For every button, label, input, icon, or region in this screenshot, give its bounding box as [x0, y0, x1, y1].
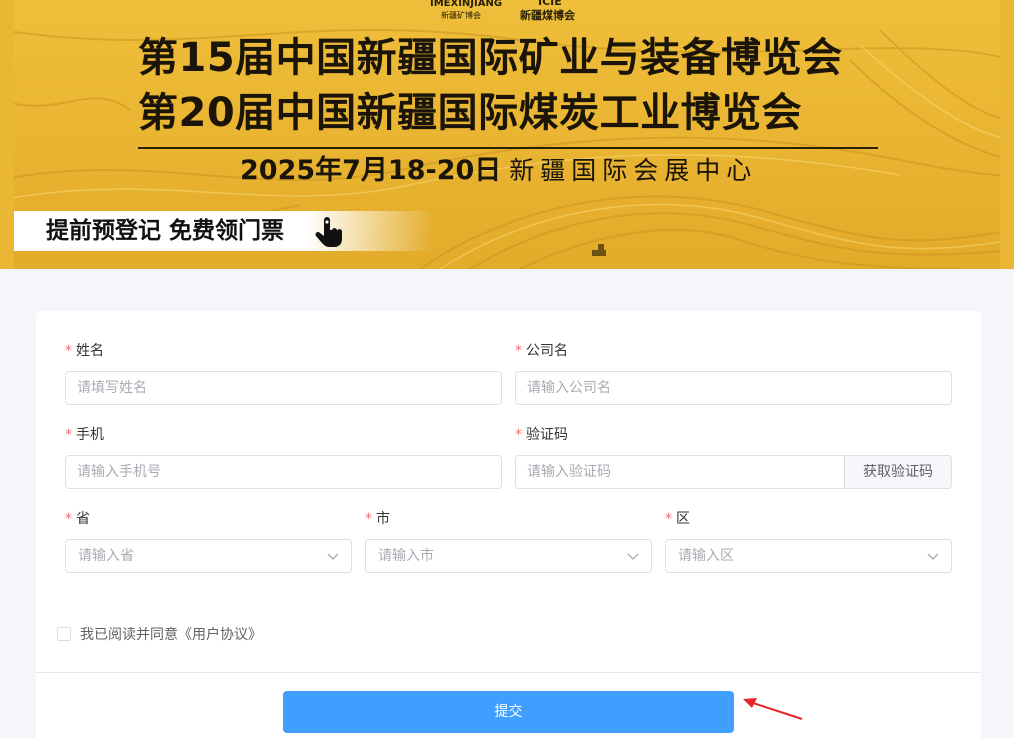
company-label: * 公司名: [515, 341, 568, 361]
province-select[interactable]: 请输入省: [65, 539, 352, 573]
banner-left-edge: [0, 0, 14, 269]
event-date-venue: 2025年7月18-20日 新疆国际会展中心: [240, 152, 757, 190]
phone-input[interactable]: [65, 455, 502, 489]
province-label-text: 省: [76, 511, 90, 527]
title-divider: [138, 147, 878, 149]
red-arrow-icon: [743, 698, 803, 720]
agreement-row[interactable]: 我已阅读并同意《用户协议》: [57, 624, 262, 644]
logo-coal-expo-cn: 新疆煤博会: [520, 9, 575, 22]
event-date: 2025年7月18-20日: [240, 155, 502, 186]
chevron-down-icon: [927, 553, 939, 560]
city-select[interactable]: 请输入市: [365, 539, 652, 573]
required-mark: *: [665, 511, 672, 527]
required-mark: *: [365, 511, 372, 527]
name-input[interactable]: [65, 371, 502, 405]
district-placeholder: 请输入区: [678, 548, 734, 564]
verification-code-input[interactable]: [515, 455, 845, 489]
phone-label: * 手机: [65, 425, 104, 445]
code-label-text: 验证码: [526, 427, 568, 443]
event-venue: 新疆国际会展中心: [509, 156, 758, 185]
event-banner: IMEXINJIANG 新疆矿博会 ICIE 新疆煤博会 第15届中国新疆国际矿…: [0, 0, 1014, 269]
district-select[interactable]: 请输入区: [665, 539, 952, 573]
banner-right-edge: [1000, 0, 1014, 269]
cta-text: 提前预登记 免费领门票: [46, 218, 285, 244]
agreement-checkbox[interactable]: [57, 627, 71, 641]
hand-pointer-icon: [315, 217, 342, 247]
name-label-text: 姓名: [76, 343, 104, 359]
company-input[interactable]: [515, 371, 952, 405]
required-mark: *: [515, 343, 522, 359]
submit-button[interactable]: 提交: [283, 691, 734, 733]
code-label: * 验证码: [515, 425, 568, 445]
name-label: * 姓名: [65, 341, 104, 361]
required-mark: *: [65, 427, 72, 443]
district-label: * 区: [665, 509, 690, 529]
required-mark: *: [65, 343, 72, 359]
logo-mining-expo-en: IMEXINJIANG: [430, 0, 503, 9]
district-label-text: 区: [676, 511, 690, 527]
required-mark: *: [515, 427, 522, 443]
agreement-text[interactable]: 我已阅读并同意《用户协议》: [80, 624, 262, 644]
company-label-text: 公司名: [526, 343, 568, 359]
city-label: * 市: [365, 509, 390, 529]
chevron-down-icon: [327, 553, 339, 560]
phone-label-text: 手机: [76, 427, 104, 443]
required-mark: *: [65, 511, 72, 527]
logo-mining-expo-cn: 新疆矿博会: [441, 11, 481, 20]
province-label: * 省: [65, 509, 90, 529]
chevron-down-icon: [627, 553, 639, 560]
form-divider: [36, 672, 981, 673]
get-code-button[interactable]: 获取验证码: [845, 455, 952, 489]
banner-title-line2: 第20届中国新疆国际煤炭工业博览会: [138, 90, 803, 136]
city-label-text: 市: [376, 511, 390, 527]
province-placeholder: 请输入省: [78, 548, 134, 564]
city-placeholder: 请输入市: [378, 548, 434, 564]
exhibition-logos: IMEXINJIANG 新疆矿博会 ICIE 新疆煤博会: [0, 0, 1014, 24]
banner-title-line1: 第15届中国新疆国际矿业与装备博览会: [138, 35, 843, 81]
